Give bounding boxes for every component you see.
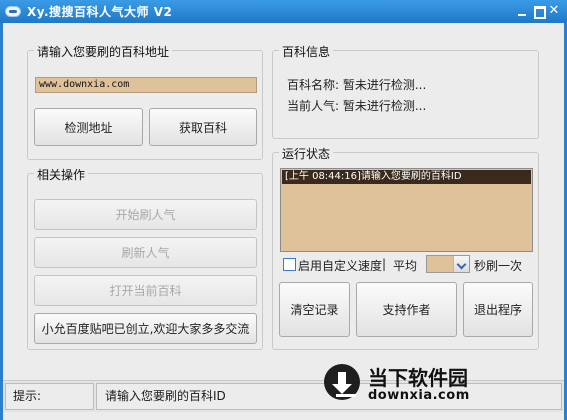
window-title: Xy.搜搜百科人气大师 V2: [27, 5, 173, 19]
detect-url-button[interactable]: 检测地址: [34, 108, 143, 146]
per-second-label: 秒刷一次: [474, 259, 523, 273]
speed-select[interactable]: [426, 255, 470, 273]
watermark-domain: downxia.com: [368, 388, 470, 403]
custom-speed-checkbox[interactable]: [283, 258, 296, 271]
separator: |: [382, 257, 387, 271]
open-baike-button[interactable]: 打开当前百科: [34, 275, 257, 306]
title-bar: Xy.搜搜百科人气大师 V2 ✕: [0, 0, 567, 23]
support-author-button[interactable]: 支持作者: [356, 282, 457, 337]
avg-label: 平均: [393, 259, 418, 273]
info-group-title: 百科信息: [279, 43, 334, 60]
current-popularity-text: 当前人气: 暂未进行检测...: [287, 99, 427, 113]
url-input[interactable]: www.downxia.com: [35, 77, 257, 93]
exit-button[interactable]: 退出程序: [463, 282, 533, 337]
app-icon: [5, 6, 21, 17]
log-box[interactable]: [上午 08:44:16]请输入您要刷的百科ID: [280, 168, 533, 252]
run-status-title: 运行状态: [279, 145, 334, 162]
info-group: 百科信息: [272, 43, 539, 139]
fetch-baike-button[interactable]: 获取百科: [149, 108, 257, 146]
download-icon: [324, 364, 360, 400]
custom-speed-label: 启用自定义速度: [298, 259, 383, 273]
maximize-button[interactable]: [531, 4, 546, 19]
log-line: [上午 08:44:16]请输入您要刷的百科ID: [282, 170, 531, 184]
clear-log-button[interactable]: 清空记录: [279, 282, 350, 337]
watermark-name: 当下软件园: [368, 366, 468, 390]
url-group-title: 请输入您要刷的百科地址: [34, 43, 173, 60]
minimize-button[interactable]: [515, 4, 529, 18]
status-hint-label: 提示:: [5, 383, 94, 410]
refresh-button[interactable]: 刷新人气: [34, 237, 257, 268]
start-button[interactable]: 开始刷人气: [34, 199, 257, 230]
close-button[interactable]: ✕: [547, 4, 561, 18]
tieba-notice-button[interactable]: 小允百度贴吧已创立,欢迎大家多多交流: [34, 313, 257, 344]
watermark-logo: 当下软件园 downxia.com: [320, 362, 490, 406]
ops-group-title: 相关操作: [34, 166, 89, 183]
chevron-down-icon[interactable]: [453, 256, 469, 272]
baike-name-text: 百科名称: 暂未进行检测...: [287, 78, 427, 92]
